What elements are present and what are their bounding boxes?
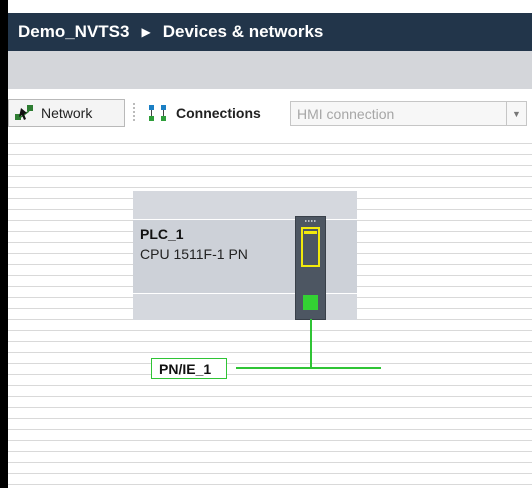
device-type: CPU 1511F-1 PN [140,246,248,262]
network-view-button[interactable]: Network [8,99,125,127]
window-edge [0,0,8,488]
network-toolbar: Network Connections HMI connection ▼ [8,89,532,143]
connection-type-value: HMI connection [297,105,395,122]
network-icon [15,105,35,121]
connections-icon [148,104,168,122]
profinet-port-icon[interactable] [303,295,318,310]
subnet-label[interactable]: PN/IE_1 [151,358,227,379]
cpu-module-icon[interactable] [295,216,326,320]
breadcrumb-page: Devices & networks [162,22,324,41]
connections-label: Connections [176,105,261,121]
network-view-label: Network [41,105,93,121]
network-connection-line[interactable] [310,319,312,369]
device-name: PLC_1 [140,226,184,242]
connections-button[interactable]: Connections [142,99,282,127]
breadcrumb-separator-icon: ▶ [141,25,151,39]
chevron-down-icon[interactable]: ▼ [506,102,526,125]
connection-type-dropdown[interactable]: HMI connection ▼ [290,101,527,126]
subnet-line[interactable] [236,367,381,369]
breadcrumb-project[interactable]: Demo_NVTS3 [18,22,129,42]
editor-header-bar [8,51,532,89]
module-display [301,227,320,267]
toolbar-separator [133,103,135,123]
network-canvas[interactable]: PLC_1 CPU 1511F-1 PN PN/IE_1 [8,143,532,488]
breadcrumb: Demo_NVTS3 ▶ Devices & networks [8,13,532,51]
module-vent [305,220,317,222]
plc-device[interactable]: PLC_1 CPU 1511F-1 PN [133,191,357,320]
